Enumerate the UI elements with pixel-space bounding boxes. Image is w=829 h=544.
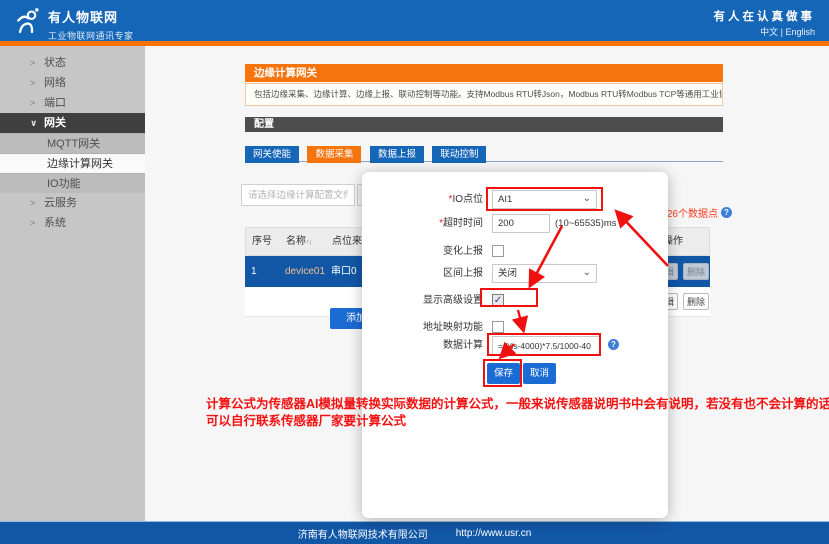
address-map-checkbox[interactable] [492,321,504,333]
brand-block: 有人物联网 工业物联网通讯专家 [48,7,134,42]
advanced-settings-label: 显示高级设置 [423,295,483,306]
io-point-label: *IO点位 [448,194,483,205]
footer-url[interactable]: http://www.usr.cn [456,528,532,539]
sidebar-item-network[interactable]: > 网络 [0,73,145,93]
language-switch[interactable]: 中文 | English [760,25,815,38]
sidebar-item-edge-gateway[interactable]: 边缘计算网关 [0,153,145,173]
help-icon[interactable]: ? [608,339,619,350]
page-description: 包括边缘采集、边缘计算、边缘上报、联动控制等功能。支持Modbus RTU转Js… [245,83,723,106]
sidebar-item-label: 系统 [44,217,66,229]
usr-logo-icon [17,8,39,34]
tab-data-report[interactable]: 数据上报 [369,146,424,163]
sort-icon: ↑↓ [306,239,312,246]
sidebar-item-status[interactable]: > 状态 [0,53,145,73]
cancel-button[interactable]: 取消 [523,363,556,384]
datapoint-edit-modal: *IO点位 AI1 ⌄ *超时时间 (10~65535)ms 变化上报 区间上报… [362,172,668,518]
chevron-right-icon: > [30,78,36,88]
io-point-select[interactable]: AI1 ⌄ [492,190,597,209]
sidebar-item-io-function[interactable]: IO功能 [0,173,145,193]
sidebar-item-port[interactable]: > 端口 [0,93,145,113]
io-point-value: AI1 [498,194,513,205]
chevron-down-icon: ∨ [30,118,38,128]
cell-name: device01 [285,266,326,277]
sidebar-item-label: IO功能 [47,178,81,190]
sidebar-item-system[interactable]: > 系统 [0,213,145,233]
tab-bar: 网关使能 数据采集 数据上报 联动控制 [245,144,723,163]
app-window: 有人物联网 工业物联网通讯专家 有人在认真做事 中文 | English > 状… [0,0,829,544]
help-icon[interactable]: ? [721,207,732,218]
top-header: 有人物联网 工业物联网通讯专家 有人在认真做事 中文 | English [0,0,829,41]
delete-button[interactable]: 删除 [683,293,709,310]
sidebar-item-gateway[interactable]: ∨ 网关 [0,113,145,133]
range-report-label: 区间上报 [443,268,483,279]
range-report-select[interactable]: 关闭 ⌄ [492,264,597,283]
chevron-right-icon: > [30,58,36,68]
header-slogan: 有人在认真做事 [713,11,815,23]
datapoint-count: 126个数据点 [661,209,718,220]
save-button[interactable]: 保存 [487,363,520,384]
sidebar-item-cloud[interactable]: > 云服务 [0,193,145,213]
chevron-right-icon: > [30,198,36,208]
sidebar-item-label: 云服务 [44,197,77,209]
tab-linkage-control[interactable]: 联动控制 [432,146,487,163]
section-title-config: 配置 [245,117,723,132]
col-no: 序号 [252,236,272,247]
timeout-input[interactable] [492,214,550,233]
sidebar-item-label: MQTT网关 [47,138,101,150]
sidebar-item-mqtt-gateway[interactable]: MQTT网关 [0,133,145,153]
chevron-down-icon: ⌄ [582,267,591,278]
config-file-input[interactable] [241,184,355,206]
sidebar-item-label: 网络 [44,77,66,89]
change-report-checkbox[interactable] [492,245,504,257]
brand-name: 有人物联网 [48,10,119,25]
footer: 济南有人物联网技术有限公司 http://www.usr.cn [0,521,829,544]
chevron-right-icon: > [30,218,36,228]
col-name[interactable]: 名称↑↓ [286,228,312,256]
timeout-label: *超时时间 [439,218,483,229]
sidebar-item-label: 端口 [44,97,66,109]
sidebar-item-label: 状态 [44,57,66,69]
page-title: 边缘计算网关 [245,64,723,82]
cell-source: 串口0 [331,266,357,277]
sidebar: > 状态 > 网络 > 端口 ∨ 网关 MQTT网关 边缘计算网关 IO功能 >… [0,46,145,521]
advanced-settings-checkbox[interactable]: ✓ [492,294,504,306]
range-report-value: 关闭 [498,268,518,279]
tab-gateway-enable[interactable]: 网关使能 [245,146,300,163]
sidebar-item-label: 边缘计算网关 [47,158,113,170]
cell-no: 1 [251,266,257,277]
footer-company: 济南有人物联网技术有限公司 [297,529,428,541]
tab-data-collection[interactable]: 数据采集 [307,146,362,163]
chevron-down-icon: ⌄ [582,193,591,204]
address-map-label: 地址映射功能 [423,322,483,333]
data-calc-input[interactable] [492,336,600,355]
data-calc-label: 数据计算 [443,340,483,351]
sidebar-item-label: 网关 [44,117,66,129]
timeout-range-hint: (10~65535)ms [555,218,617,229]
change-report-label: 变化上报 [443,246,483,257]
delete-button[interactable]: 删除 [683,263,709,280]
chevron-right-icon: > [30,98,36,108]
